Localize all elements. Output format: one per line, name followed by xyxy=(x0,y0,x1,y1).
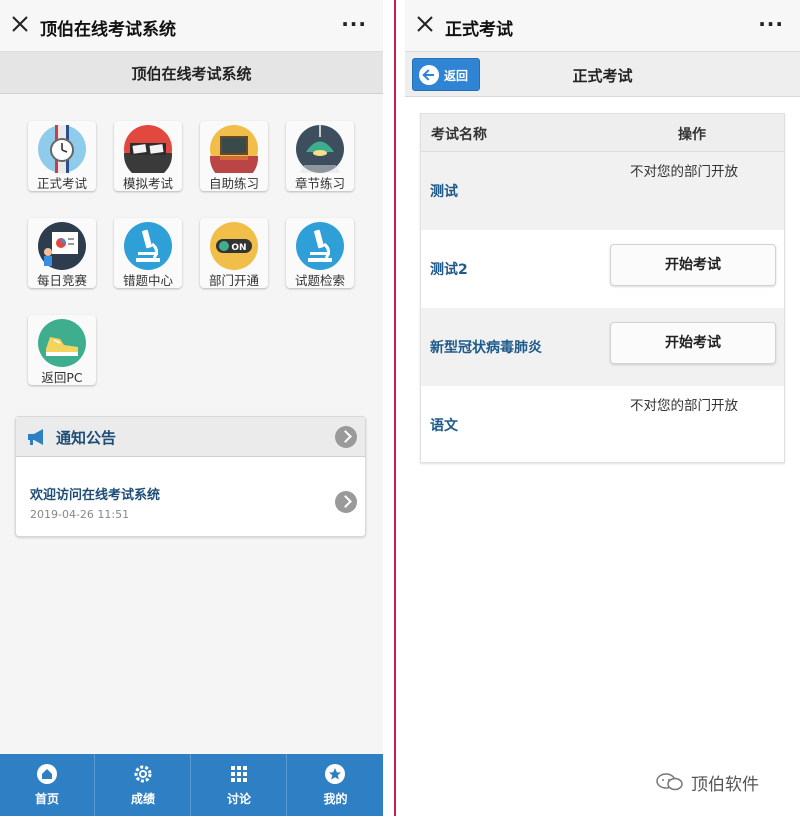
tile-label: 章节练习 xyxy=(294,176,345,191)
tile-back-to-pc[interactable]: 返回PC xyxy=(28,315,96,385)
tile-daily-contest[interactable]: 每日竞赛 xyxy=(28,218,96,288)
exam-name[interactable]: 测试 xyxy=(430,181,458,201)
close-icon[interactable] xyxy=(415,14,435,34)
tile-chapter-practice[interactable]: 章节练习 xyxy=(286,121,354,191)
exam-name[interactable]: 语文 xyxy=(430,415,458,435)
nav-label: 讨论 xyxy=(226,792,251,806)
table-header: 考试名称 操作 xyxy=(421,114,784,152)
tile-department-open[interactable]: ON 部门开通 xyxy=(200,218,268,288)
tile-label: 自助练习 xyxy=(208,176,259,191)
toggle-on-text: ON xyxy=(231,243,246,253)
table-row: 新型冠状病毒肺炎 开始考试 xyxy=(421,308,784,386)
window-title: 正式考试 xyxy=(445,20,513,40)
column-header-name: 考试名称 xyxy=(431,127,487,143)
home-screen: 顶伯在线考试系统 ··· 顶伯在线考试系统 正式考试 模拟考试 自助练习 章节练… xyxy=(0,0,383,816)
tile-wrong-questions[interactable]: 错题中心 xyxy=(114,218,182,288)
table-row: 测试2 开始考试 xyxy=(421,230,784,308)
nav-label: 成绩 xyxy=(130,792,155,806)
lamp-icon xyxy=(296,125,344,173)
microscope-icon xyxy=(124,222,172,270)
window-title: 顶伯在线考试系统 xyxy=(40,20,176,40)
close-icon[interactable] xyxy=(10,14,30,34)
star-icon xyxy=(325,764,345,784)
nav-mine[interactable]: 我的 xyxy=(288,754,383,816)
tile-question-search[interactable]: 试题检索 xyxy=(286,218,354,288)
exam-name[interactable]: 测试2 xyxy=(430,259,468,279)
tile-label: 部门开通 xyxy=(208,273,259,288)
notice-panel: 通知公告 欢迎访问在线考试系统 2019-04-26 11:51 xyxy=(15,416,366,537)
panel-divider xyxy=(394,0,396,816)
exam-paper-icon xyxy=(124,125,172,173)
presentation-icon xyxy=(38,222,86,270)
chevron-right-icon[interactable] xyxy=(335,426,357,448)
tile-label: 错题中心 xyxy=(122,273,173,288)
window-title-bar: 正式考试 ··· xyxy=(405,0,800,52)
tile-label: 每日竞赛 xyxy=(36,273,87,288)
clock-icon xyxy=(38,125,86,173)
page-header: 返回 正式考试 xyxy=(405,52,800,97)
watermark-text: 顶伯软件 xyxy=(691,775,759,795)
notice-title: 通知公告 xyxy=(56,429,117,447)
tile-mock-exam[interactable]: 模拟考试 xyxy=(114,121,182,191)
gear-icon xyxy=(134,765,152,783)
window-title-bar: 顶伯在线考试系统 ··· xyxy=(0,0,383,52)
grid-icon xyxy=(231,766,247,782)
nav-home[interactable]: 首页 xyxy=(0,754,95,816)
wechat-icon xyxy=(656,773,683,791)
nav-discussion[interactable]: 讨论 xyxy=(192,754,287,816)
page-header: 顶伯在线考试系统 xyxy=(0,52,383,94)
table-row: 语文 不对您的部门开放 xyxy=(421,386,784,464)
megaphone-icon xyxy=(28,429,43,445)
more-menu-icon[interactable]: ··· xyxy=(341,12,367,36)
exam-table: 考试名称 操作 测试 不对您的部门开放 测试2 开始考试 新型冠状病毒肺炎 开始… xyxy=(420,113,785,463)
column-header-action: 操作 xyxy=(678,127,706,143)
table-row: 测试 不对您的部门开放 xyxy=(421,152,784,230)
more-menu-icon[interactable]: ··· xyxy=(758,12,784,36)
tile-label: 模拟考试 xyxy=(122,176,173,191)
nav-label: 首页 xyxy=(34,792,59,806)
tile-formal-exam[interactable]: 正式考试 xyxy=(28,121,96,191)
tile-label: 返回PC xyxy=(41,370,83,385)
exam-status: 不对您的部门开放 xyxy=(630,398,738,414)
page-title: 正式考试 xyxy=(572,67,633,85)
chevron-right-icon[interactable] xyxy=(335,491,357,513)
microscope-icon xyxy=(296,222,344,270)
tile-label: 试题检索 xyxy=(294,273,345,288)
notice-item[interactable]: 欢迎访问在线考试系统 2019-04-26 11:51 xyxy=(16,465,365,535)
page-title: 顶伯在线考试系统 xyxy=(131,65,252,83)
blackboard-icon xyxy=(210,125,258,173)
notice-item-title: 欢迎访问在线考试系统 xyxy=(30,488,161,503)
home-icon xyxy=(37,764,57,784)
tile-label: 正式考试 xyxy=(36,176,87,191)
exam-status: 不对您的部门开放 xyxy=(630,164,738,180)
nav-scores[interactable]: 成绩 xyxy=(96,754,191,816)
notice-item-date: 2019-04-26 11:51 xyxy=(30,508,130,521)
toggle-icon: ON xyxy=(210,222,258,270)
formal-exam-screen: 正式考试 ··· 返回 正式考试 考试名称 操作 测试 不对您的部门开放 测试2… xyxy=(405,0,800,816)
exam-name[interactable]: 新型冠状病毒肺炎 xyxy=(430,337,542,357)
sneaker-icon xyxy=(38,319,86,367)
notice-header[interactable]: 通知公告 xyxy=(16,417,365,457)
bottom-nav: 首页 成绩 讨论 我的 xyxy=(0,754,383,816)
tile-self-practice[interactable]: 自助练习 xyxy=(200,121,268,191)
start-exam-button[interactable]: 开始考试 xyxy=(610,322,776,364)
nav-label: 我的 xyxy=(323,792,348,806)
start-exam-button[interactable]: 开始考试 xyxy=(610,244,776,286)
